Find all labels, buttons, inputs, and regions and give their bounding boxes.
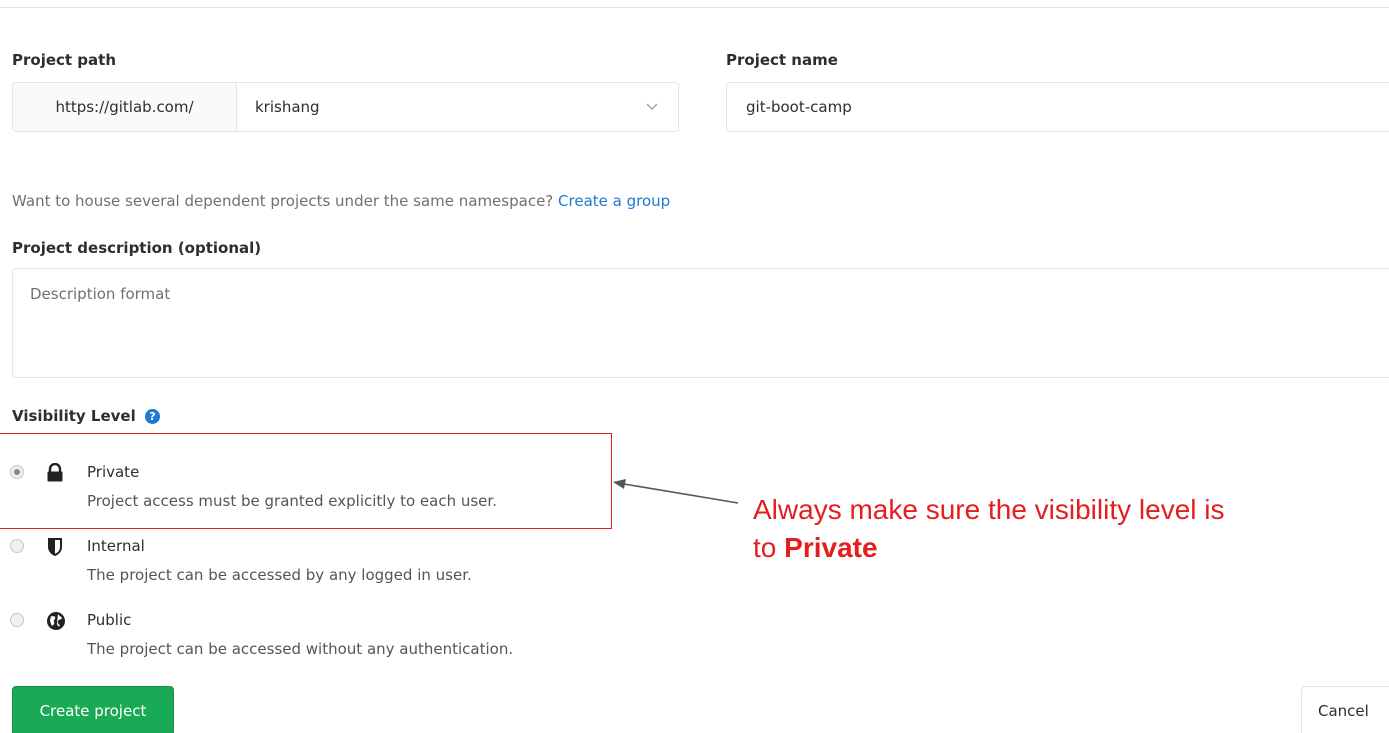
new-project-form: Project path https://gitlab.com/ krishan… bbox=[0, 0, 1389, 733]
annotation-arrow bbox=[613, 479, 739, 504]
annotation-line2: to Private bbox=[753, 529, 1225, 567]
annotation-text: Always make sure the visibility level is… bbox=[753, 491, 1225, 567]
annotation-line2-bold: Private bbox=[784, 532, 878, 563]
create-project-button[interactable]: Create project bbox=[12, 686, 174, 733]
annotation-line1: Always make sure the visibility level is bbox=[753, 494, 1225, 525]
annotation-line2-prefix: to bbox=[753, 532, 777, 563]
cancel-button[interactable]: Cancel bbox=[1301, 686, 1389, 733]
